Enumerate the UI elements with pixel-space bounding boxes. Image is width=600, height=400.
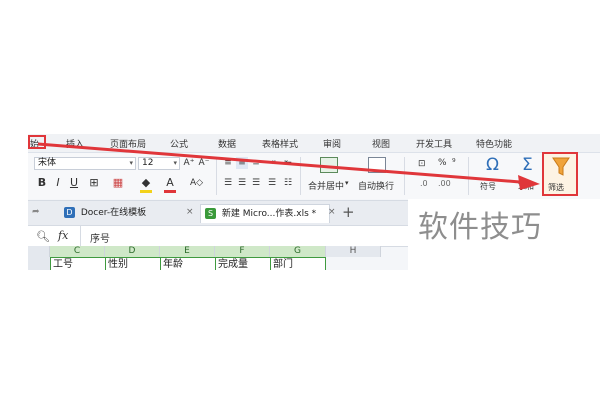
annotation-arrow	[37, 142, 540, 190]
watermark-text: 软件技巧	[418, 210, 542, 245]
